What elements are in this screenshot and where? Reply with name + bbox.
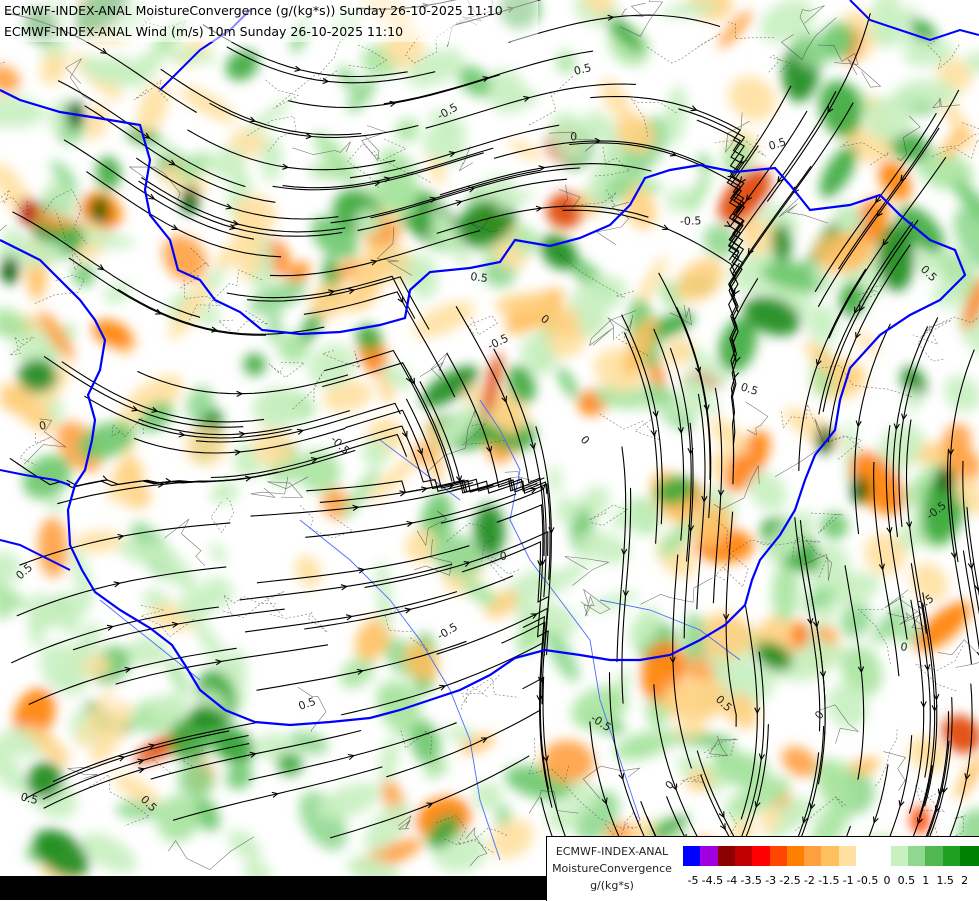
legend-swatch	[907, 846, 927, 866]
map-title-panel: ECMWF-INDEX-ANAL MoistureConvergence (g/…	[0, 0, 538, 42]
intense-core	[91, 196, 109, 224]
legend-swatch	[838, 846, 858, 866]
legend-swatch	[683, 846, 702, 866]
legend-swatch	[804, 846, 824, 866]
weather-map: 0.5-0.50 0.5-0.50.50-0.50.500.5-0.500.50-…	[0, 0, 979, 900]
contour-label: 0	[570, 130, 578, 143]
legend-swatch	[959, 846, 979, 866]
wind-title: ECMWF-INDEX-ANAL Wind (m/s) 10m Sunday 2…	[4, 24, 404, 39]
bottom-black-band	[0, 876, 546, 900]
legend-swatch	[942, 846, 962, 866]
legend-swatch	[786, 846, 806, 866]
legend-unit: g/(kg*s)	[590, 879, 634, 892]
legend-swatch	[752, 846, 772, 866]
intense-core	[936, 466, 954, 494]
contour-label: 0.5	[470, 270, 489, 285]
intense-core	[19, 198, 37, 226]
legend-model: ECMWF-INDEX-ANAL	[555, 845, 669, 858]
legend-parameter: MoistureConvergence	[552, 862, 672, 875]
intense-core	[1, 256, 19, 284]
legend-swatch	[769, 846, 789, 866]
color-legend: ECMWF-INDEX-ANAL MoistureConvergence g/(…	[546, 836, 979, 901]
legend-swatch	[821, 846, 841, 866]
moisture-title: ECMWF-INDEX-ANAL MoistureConvergence (g/…	[4, 3, 503, 18]
legend-swatch	[717, 846, 737, 866]
contour-label: 0	[499, 550, 507, 563]
legend-swatch	[734, 846, 754, 866]
legend-tick-label: 2	[961, 874, 969, 887]
legend-swatch	[890, 846, 910, 866]
legend-swatch	[700, 846, 720, 866]
contour-label: -0.5	[680, 214, 702, 228]
convergence-patch	[555, 496, 579, 525]
legend-swatch	[925, 846, 945, 866]
intense-core	[791, 621, 809, 649]
intense-core	[851, 476, 869, 504]
legend-swatch	[873, 846, 893, 866]
legend-swatch	[856, 846, 875, 866]
intense-core	[911, 806, 929, 834]
